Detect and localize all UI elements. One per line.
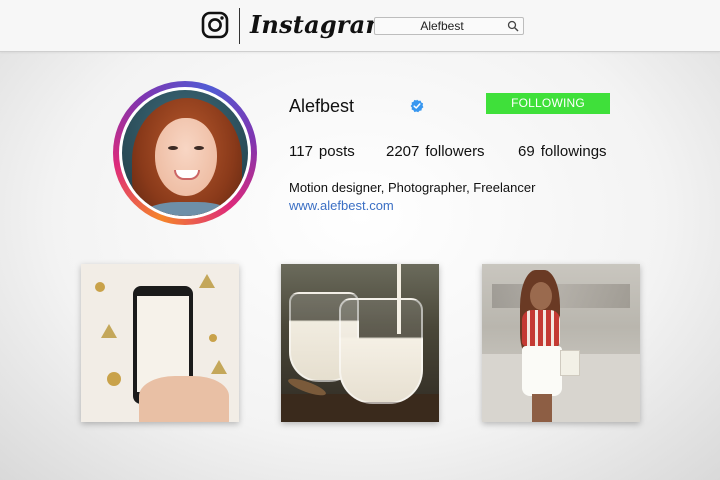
following-button[interactable]: FOLLOWING: [486, 93, 610, 114]
search-input[interactable]: Alefbest: [374, 17, 524, 35]
followers-stat[interactable]: 2207 followers: [386, 143, 485, 160]
verified-badge-icon: [410, 99, 424, 113]
followings-label: followings: [540, 143, 607, 160]
posts-stat[interactable]: 117 posts: [289, 143, 355, 160]
post-thumbnail[interactable]: [482, 264, 640, 422]
followings-stat[interactable]: 69 followings: [518, 143, 607, 160]
posts-count: 117: [289, 143, 313, 160]
post-thumbnail[interactable]: [81, 264, 239, 422]
search-icon[interactable]: [507, 20, 519, 32]
brand-wordmark[interactable]: Instagram: [250, 10, 391, 39]
profile-avatar[interactable]: [113, 81, 257, 225]
followers-count: 2207: [386, 143, 420, 160]
profile-bio: Motion designer, Photographer, Freelance…: [289, 180, 536, 195]
search-value: Alefbest: [420, 19, 464, 33]
logo-divider: [239, 8, 240, 44]
top-bar: Instagram Alefbest: [0, 0, 720, 52]
followings-count: 69: [518, 143, 535, 160]
instagram-logo-icon[interactable]: [201, 11, 229, 39]
avatar-photo: [119, 87, 251, 219]
posts-label: posts: [318, 143, 355, 160]
followers-label: followers: [425, 143, 485, 160]
profile-username: Alefbest: [289, 96, 355, 116]
profile-website-link[interactable]: www.alefbest.com: [289, 198, 394, 213]
post-thumbnail[interactable]: [281, 264, 439, 422]
